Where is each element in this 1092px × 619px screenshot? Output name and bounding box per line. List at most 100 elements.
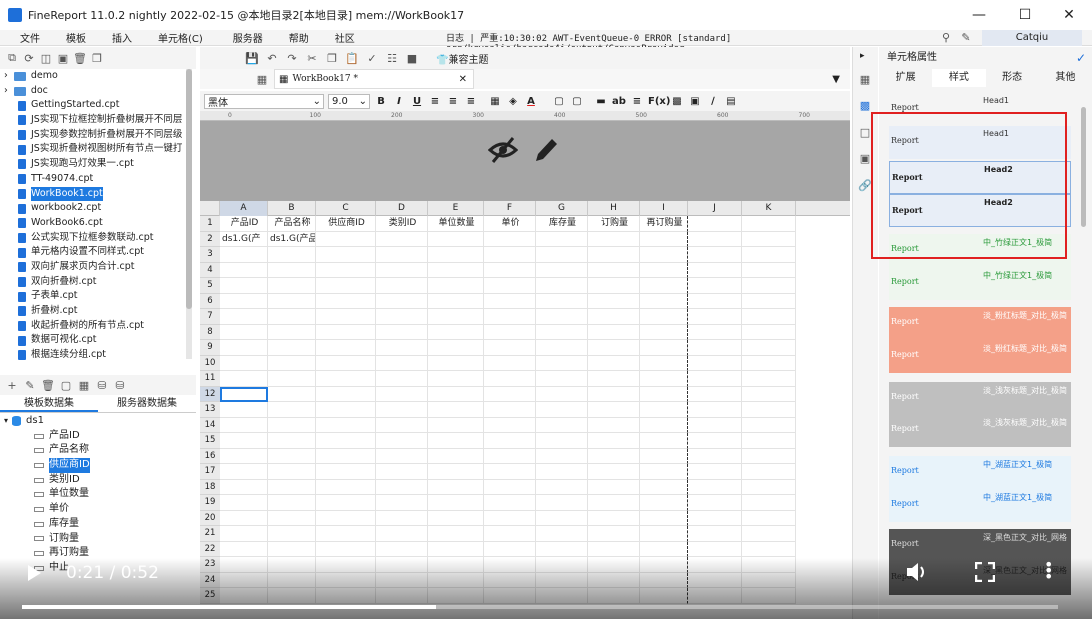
grid-cell[interactable] (428, 247, 484, 263)
dropdown-icon[interactable]: ▼ (832, 74, 840, 85)
grid-cell[interactable] (640, 386, 688, 402)
grid-cell[interactable] (742, 495, 796, 511)
grid-cell[interactable] (484, 278, 536, 294)
style-preset[interactable]: Report 淡_粉红标题_对比_极简 (889, 307, 1071, 340)
grid-cell[interactable] (428, 479, 484, 495)
column-header-cell[interactable]: K (742, 201, 796, 216)
row-header-cell[interactable]: 2 (200, 231, 220, 247)
grid-cell[interactable] (428, 433, 484, 449)
grid-cell[interactable] (742, 355, 796, 371)
grid-cell[interactable] (316, 371, 376, 387)
video-progress[interactable] (22, 605, 1058, 609)
grid-cell[interactable] (220, 340, 268, 356)
grid-cell[interactable] (484, 464, 536, 480)
grid-cell[interactable] (640, 309, 688, 325)
grid-cell[interactable] (428, 495, 484, 511)
grid-cell[interactable] (220, 355, 268, 371)
grid-cell[interactable] (316, 448, 376, 464)
grid-cell[interactable] (220, 309, 268, 325)
tree-item[interactable]: 折叠树.cpt (0, 304, 196, 319)
grid-cell[interactable] (484, 526, 536, 542)
unmerge-icon[interactable]: ▢ (570, 96, 584, 107)
grid-cell[interactable] (428, 448, 484, 464)
check-icon[interactable]: ✓ (1076, 51, 1086, 65)
grid-cell[interactable] (220, 324, 268, 340)
grid-cell[interactable] (640, 262, 688, 278)
tree-item[interactable]: WorkBook6.cpt (0, 216, 196, 231)
align-center-icon[interactable]: ≡ (446, 96, 460, 107)
grid-cell[interactable] (640, 541, 688, 557)
grid-cell[interactable]: 单价 (484, 216, 536, 232)
new-template-icon[interactable]: ⧉ (6, 51, 18, 64)
minimize-button[interactable]: — (956, 0, 1002, 30)
grid-cell[interactable] (428, 526, 484, 542)
grid-cell[interactable]: 订购量 (588, 216, 640, 232)
grid-cell[interactable] (588, 386, 640, 402)
tree-scrollbar[interactable] (186, 69, 192, 359)
menu-template[interactable]: 模板 (66, 30, 86, 45)
widget-icon[interactable]: □ (859, 126, 871, 139)
grid-cell[interactable] (316, 355, 376, 371)
grid-cell[interactable] (316, 464, 376, 480)
grid-cell[interactable]: ds1.G(产品名 (268, 231, 316, 247)
grid-cell[interactable] (742, 386, 796, 402)
grid-cell[interactable] (376, 386, 428, 402)
grid-cell[interactable] (588, 464, 640, 480)
tab-template-dataset[interactable]: 模板数据集 (0, 395, 98, 412)
grid-cell[interactable] (688, 324, 742, 340)
grid-cell[interactable] (484, 433, 536, 449)
grid-cell[interactable] (376, 510, 428, 526)
volume-icon[interactable] (905, 561, 929, 583)
row-header-cell[interactable]: 10 (200, 355, 220, 371)
grid-cell[interactable] (742, 247, 796, 263)
row-header-cell[interactable]: 15 (200, 433, 220, 449)
grid-cell[interactable]: 产品ID (220, 216, 268, 232)
grid-cell[interactable] (588, 340, 640, 356)
grid-cell[interactable] (742, 510, 796, 526)
grid-cell[interactable] (428, 402, 484, 418)
grid-cell[interactable] (484, 479, 536, 495)
grid-cell[interactable] (688, 293, 742, 309)
rich-text-icon[interactable]: ≡ (630, 96, 644, 107)
column-header-cell[interactable]: D (376, 201, 428, 216)
cell-element-icon[interactable]: ▦ (859, 73, 871, 86)
grid-cell[interactable] (742, 417, 796, 433)
fill-color-icon[interactable]: ◈ (506, 96, 520, 107)
grid-cell[interactable] (536, 510, 588, 526)
grid-cell[interactable] (536, 417, 588, 433)
grid-cell[interactable] (536, 371, 588, 387)
database-edit-icon[interactable]: ⛁ (114, 379, 126, 392)
grid-cell[interactable] (376, 324, 428, 340)
bold-icon[interactable]: B (374, 96, 388, 107)
grid-cell[interactable] (220, 278, 268, 294)
grid-cell[interactable] (536, 231, 588, 247)
grid-cell[interactable] (428, 293, 484, 309)
grid-cell[interactable] (268, 402, 316, 418)
merge-icon[interactable]: ▢ (552, 96, 566, 107)
grid-cell[interactable] (376, 541, 428, 557)
grid-cell[interactable] (376, 448, 428, 464)
grid-cell[interactable] (376, 433, 428, 449)
grid-cell[interactable]: 库存量 (536, 216, 588, 232)
row-header-cell[interactable]: 18 (200, 479, 220, 495)
grid-cell[interactable] (316, 340, 376, 356)
grid-cell[interactable] (484, 355, 536, 371)
edit-icon[interactable]: ✎ (24, 379, 36, 392)
style-preset[interactable]: Report 淡_浅灰标题_对比_极简 (889, 382, 1071, 415)
subreport-icon[interactable]: ▤ (724, 96, 738, 107)
tab-style[interactable]: 样式 (932, 69, 986, 87)
grid-cell[interactable] (536, 324, 588, 340)
menu-community[interactable]: 社区 (335, 30, 355, 45)
grid-cell[interactable] (742, 216, 796, 232)
grid-cell[interactable] (268, 386, 316, 402)
grid-cell[interactable] (588, 371, 640, 387)
grid-cell[interactable] (588, 262, 640, 278)
grid-cell[interactable] (536, 402, 588, 418)
grid-cell[interactable] (688, 464, 742, 480)
grid-cell[interactable] (742, 402, 796, 418)
menu-help[interactable]: 帮助 (289, 30, 309, 45)
grid-cell[interactable] (688, 417, 742, 433)
row-header-cell[interactable]: 21 (200, 526, 220, 542)
save-icon[interactable]: 💾 (245, 52, 259, 65)
grid-cell[interactable] (484, 262, 536, 278)
